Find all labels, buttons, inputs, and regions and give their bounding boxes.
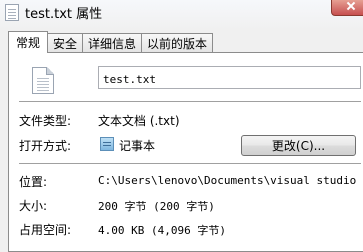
- size-on-disk-label: 占用空间:: [19, 223, 72, 237]
- change-button[interactable]: 更改(C)...: [241, 135, 356, 156]
- window-title: test.txt 属性: [25, 7, 103, 22]
- notepad-icon: [100, 137, 114, 151]
- tab-strip: 常规 安全 详细信息 以前的版本: [8, 31, 214, 53]
- location-value: C:\Users\lenovo\Documents\visual studio …: [98, 174, 363, 187]
- text-file-icon: [32, 67, 54, 94]
- tab-details[interactable]: 详细信息: [83, 33, 143, 53]
- size-on-disk-value: 4.00 KB (4,096 字节): [98, 224, 226, 237]
- tab-previous-versions[interactable]: 以前的版本: [142, 33, 214, 53]
- title-bar[interactable]: test.txt 属性: [0, 0, 363, 24]
- separator: [19, 163, 361, 165]
- text-file-icon: [5, 4, 19, 21]
- general-panel: 文件类型: 文本文档 (.txt) 打开方式: 记事本 更改(C)... 位置:…: [8, 52, 363, 252]
- file-type-label: 文件类型:: [19, 114, 72, 128]
- tab-general[interactable]: 常规: [8, 31, 49, 53]
- close-button[interactable]: [331, 0, 363, 16]
- location-label: 位置:: [19, 175, 48, 189]
- opens-with-label: 打开方式:: [19, 139, 72, 153]
- file-type-value: 文本文档 (.txt): [98, 114, 180, 128]
- size-value: 200 字节 (200 字节): [98, 200, 215, 213]
- size-label: 大小:: [19, 199, 48, 213]
- separator: [19, 101, 361, 103]
- file-name-field[interactable]: [98, 66, 361, 89]
- opens-with-value: 记事本: [119, 139, 156, 153]
- properties-dialog: test.txt 属性 常规 安全 详细信息 以前的版本 文件类型: 文本文档 …: [0, 0, 363, 252]
- tab-security[interactable]: 安全: [48, 33, 84, 53]
